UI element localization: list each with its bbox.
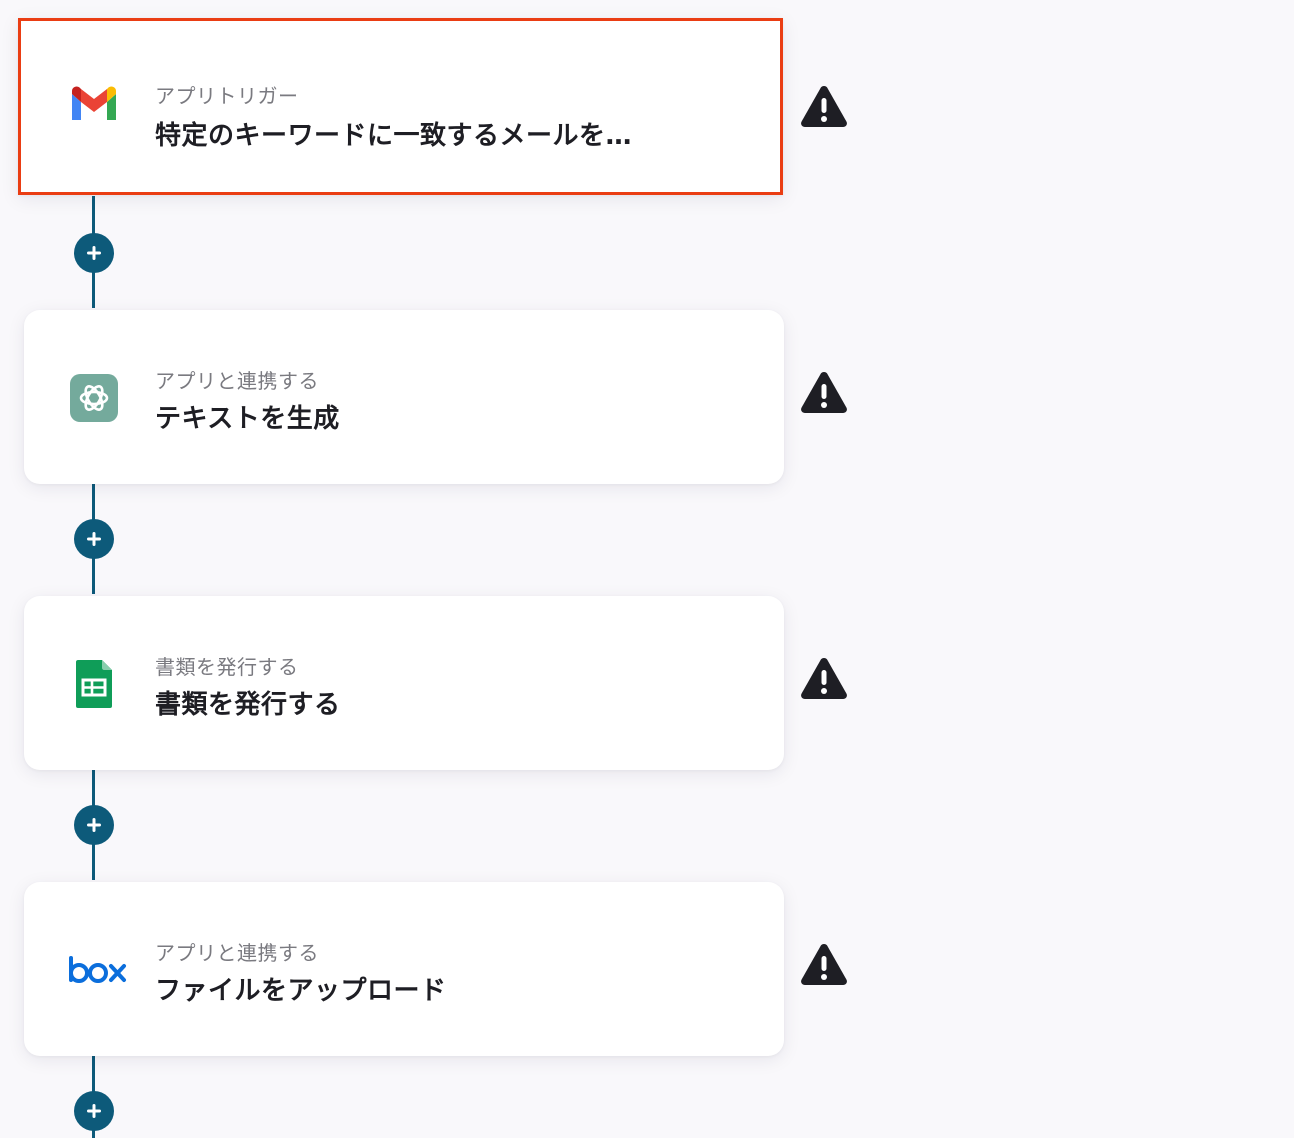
plus-icon	[87, 818, 101, 832]
add-step-button[interactable]	[74, 519, 114, 559]
warning-icon	[800, 656, 848, 700]
warning-icon	[800, 942, 848, 986]
step-title: テキストを生成	[155, 404, 340, 434]
plus-icon	[87, 1104, 101, 1118]
warning-icon	[800, 370, 848, 414]
plus-icon	[87, 246, 101, 260]
step-subtitle: アプリと連携する	[155, 941, 319, 965]
step-card-generate-text[interactable]: アプリと連携する テキストを生成	[24, 310, 784, 484]
step-subtitle: アプリトリガー	[155, 84, 299, 108]
warning-icon	[800, 84, 848, 128]
plus-icon	[87, 532, 101, 546]
step-subtitle: 書類を発行する	[155, 655, 299, 679]
box-icon	[68, 944, 126, 996]
add-step-button[interactable]	[74, 805, 114, 845]
gmail-icon	[68, 80, 120, 132]
step-title: ファイルをアップロード	[155, 976, 447, 1006]
add-step-button[interactable]	[74, 1091, 114, 1131]
step-card-upload-file[interactable]: アプリと連携する ファイルをアップロード	[24, 882, 784, 1056]
flow-canvas: アプリトリガー 特定のキーワードに一致するメールを… アプリと連携する テキスト…	[0, 0, 1294, 1138]
step-title: 特定のキーワードに一致するメールを…	[155, 121, 633, 151]
step-card-gmail-trigger[interactable]: アプリトリガー 特定のキーワードに一致するメールを…	[18, 18, 783, 195]
step-subtitle: アプリと連携する	[155, 369, 319, 393]
add-step-button[interactable]	[74, 233, 114, 273]
step-card-issue-document[interactable]: 書類を発行する 書類を発行する	[24, 596, 784, 770]
google-sheets-icon	[68, 658, 120, 710]
chatgpt-icon	[68, 372, 120, 424]
step-title: 書類を発行する	[155, 690, 341, 720]
